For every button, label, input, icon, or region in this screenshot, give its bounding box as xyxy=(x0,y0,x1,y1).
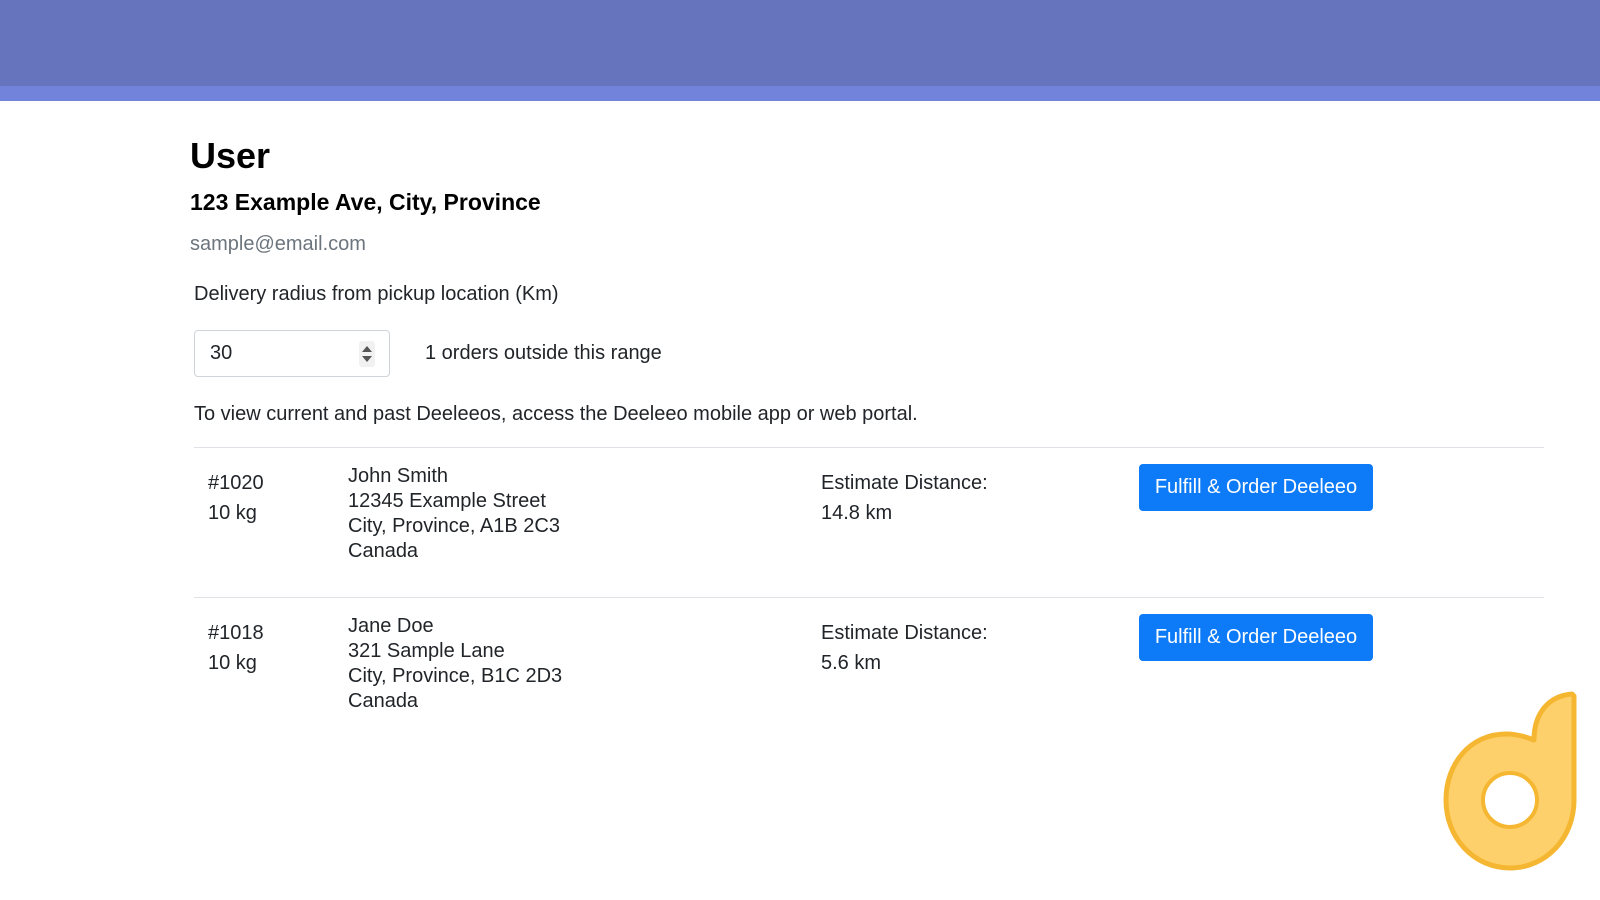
address-street: 12345 Example Street xyxy=(348,490,546,512)
distance-label: Estimate Distance: xyxy=(821,622,988,644)
top-banner-strip xyxy=(0,86,1600,101)
orders-list: #1020 10 kg John Smith 12345 Example Str… xyxy=(194,447,1544,747)
orders-outside-range-text: 1 orders outside this range xyxy=(425,342,662,364)
address-country: Canada xyxy=(348,690,419,712)
order-address-column: Jane Doe 321 Sample Lane City, Province,… xyxy=(348,614,562,714)
order-distance-column: Estimate Distance: 5.6 km xyxy=(821,618,988,678)
order-address-column: John Smith 12345 Example Street City, Pr… xyxy=(348,464,560,564)
fulfill-order-button[interactable]: Fulfill & Order Deeleeo xyxy=(1139,614,1373,661)
fulfill-order-button[interactable]: Fulfill & Order Deeleeo xyxy=(1139,464,1373,511)
deeleeo-info-text: To view current and past Deeleeos, acces… xyxy=(194,403,918,425)
order-number: #1020 xyxy=(208,472,264,494)
number-spinner-icon[interactable] xyxy=(359,341,375,367)
deeleeo-logo-icon xyxy=(1443,691,1577,871)
delivery-radius-label: Delivery radius from pickup location (Km… xyxy=(194,283,559,305)
delivery-radius-row: 30 1 orders outside this range xyxy=(194,330,662,377)
order-distance-column: Estimate Distance: 14.8 km xyxy=(821,468,988,528)
order-weight: 10 kg xyxy=(208,502,257,524)
customer-name: John Smith xyxy=(348,465,449,487)
delivery-radius-value: 30 xyxy=(210,342,233,364)
order-number: #1018 xyxy=(208,622,264,644)
address-city: City, Province, A1B 2C3 xyxy=(348,515,560,537)
address-street: 321 Sample Lane xyxy=(348,640,505,662)
order-row: #1018 10 kg Jane Doe 321 Sample Lane Cit… xyxy=(194,597,1544,747)
user-email: sample@email.com xyxy=(190,233,366,255)
top-banner xyxy=(0,0,1600,86)
order-id-column: #1018 10 kg xyxy=(208,618,264,678)
spinner-down-icon[interactable] xyxy=(362,356,372,362)
distance-value: 14.8 km xyxy=(821,502,893,524)
distance-value: 5.6 km xyxy=(821,652,882,674)
distance-label: Estimate Distance: xyxy=(821,472,988,494)
order-id-column: #1020 10 kg xyxy=(208,468,264,528)
user-address: 123 Example Ave, City, Province xyxy=(190,189,541,215)
spinner-up-icon[interactable] xyxy=(362,346,372,352)
main-content: User 123 Example Ave, City, Province sam… xyxy=(190,135,1544,712)
address-city: City, Province, B1C 2D3 xyxy=(348,665,563,687)
address-country: Canada xyxy=(348,540,419,562)
order-row: #1020 10 kg John Smith 12345 Example Str… xyxy=(194,447,1544,597)
delivery-radius-input[interactable]: 30 xyxy=(194,330,390,377)
customer-name: Jane Doe xyxy=(348,615,434,637)
page-title: User xyxy=(190,135,271,176)
order-weight: 10 kg xyxy=(208,652,257,674)
